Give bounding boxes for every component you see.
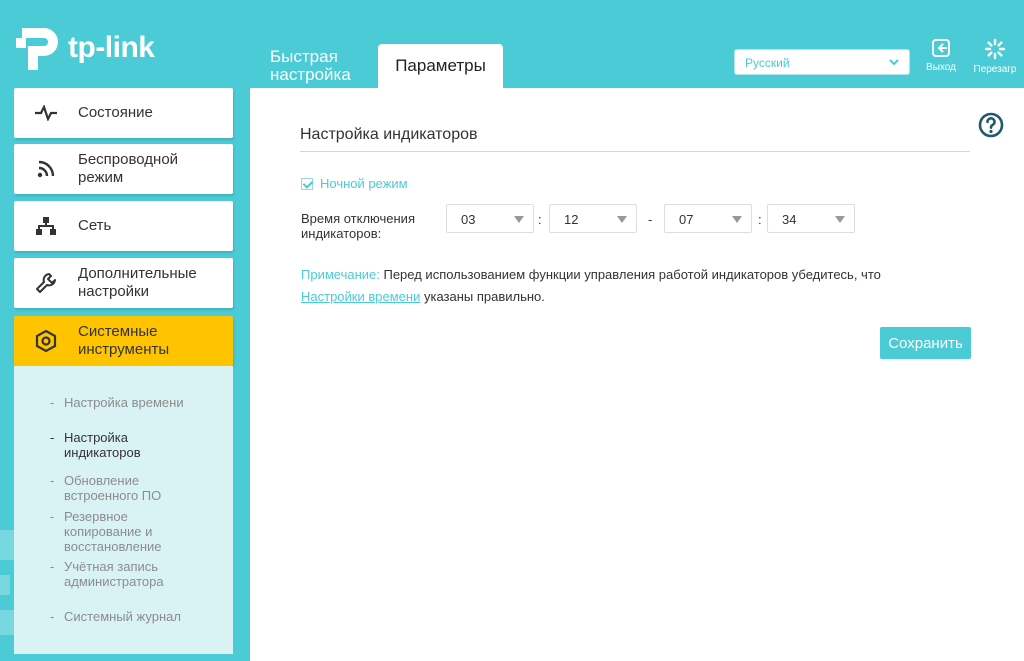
start-hour-value: 03 [461, 212, 476, 227]
reboot-label: Перезагр [973, 64, 1017, 75]
submenu-time-settings[interactable]: - Настройка времени [50, 395, 229, 410]
submenu-admin-account[interactable]: - Учётная запись администратора [50, 559, 229, 589]
submenu-system-log[interactable]: - Системный журнал [50, 609, 229, 624]
tab-quick-setup[interactable]: Быстрая настройка [270, 48, 360, 92]
end-hour-value: 07 [679, 212, 694, 227]
sidebar-item-label-1: Дополнительные [78, 265, 197, 282]
sidebar-item-label: Дополнительные настройки [78, 265, 197, 301]
start-minute-select[interactable]: 12 [549, 204, 637, 233]
logout-label: Выход [926, 62, 956, 73]
wrench-icon [14, 272, 78, 294]
sidebar-item-label: Беспроводной режим [78, 151, 178, 187]
night-mode-label: Ночной режим [320, 176, 408, 191]
decor-square [0, 575, 10, 595]
network-icon [14, 216, 78, 236]
led-off-time-label: Время отключения индикаторов: [301, 211, 441, 241]
submenu-label-1: Учётная запись [64, 559, 159, 574]
submenu-label-2: встроенного ПО [64, 488, 162, 503]
submenu-label-1: Настройка [64, 430, 128, 445]
time-settings-link[interactable]: Настройки времени [301, 289, 420, 304]
save-button[interactable]: Сохранить [880, 327, 971, 359]
night-mode-checkbox[interactable]: Ночной режим [301, 176, 408, 191]
tp-link-logo: tp-link [14, 22, 155, 74]
sidebar-item-status[interactable]: Состояние [14, 88, 233, 138]
sidebar-item-label-2: режим [78, 169, 124, 186]
tab-parameters[interactable]: Параметры [378, 44, 503, 88]
submenu-label-1: Обновление [64, 473, 140, 488]
decor-square [0, 530, 14, 560]
end-hour-select[interactable]: 07 [664, 204, 752, 233]
dropdown-arrow-icon [617, 216, 627, 223]
dropdown-arrow-icon [835, 216, 845, 223]
note-prefix: Примечание: [301, 267, 380, 282]
main-panel: Настройка индикаторов Ночной режим Время… [250, 88, 1024, 661]
sidebar-item-label-2: настройки [78, 283, 150, 300]
system-tools-submenu: - Настройка времени - Настройка индикаторо… [14, 366, 233, 654]
note-body-2: указаны правильно. [423, 289, 545, 304]
dropdown-arrow-icon [732, 216, 742, 223]
note-body-1: Перед использованием функции управления … [383, 267, 881, 282]
submenu-firmware-update[interactable]: - Обновление встроенного ПО [50, 473, 229, 503]
submenu-label-2: копирование и [64, 524, 153, 539]
sidebar-item-wireless[interactable]: Беспроводной режим [14, 144, 233, 194]
submenu-label-1: Резервное [64, 509, 128, 524]
sidebar-item-label-1: Системные [78, 323, 158, 340]
time-colon: : [538, 212, 542, 227]
submenu-label: Настройка времени [64, 395, 184, 410]
submenu-label-3: восстановление [64, 539, 162, 554]
decor-square [0, 610, 14, 635]
sidebar-item-system-tools[interactable]: Системные инструменты [14, 316, 233, 366]
sidebar-item-label: Состояние [78, 104, 153, 121]
sidebar: Состояние Беспроводной режим Сеть Дополн… [14, 88, 233, 654]
logo-text: tp-link [68, 31, 155, 64]
tab-quick-setup-label-1: Быстрая [270, 47, 338, 66]
sidebar-item-label-1: Беспроводной [78, 151, 179, 168]
title-divider [300, 151, 970, 152]
pulse-icon [14, 105, 78, 121]
tp-link-logo-icon [16, 28, 58, 70]
submenu-backup-restore[interactable]: - Резервное копирование и восстановление [50, 509, 229, 554]
submenu-label-2: администратора [64, 574, 164, 589]
language-selected: Русский [745, 56, 790, 70]
logout-button[interactable]: Выход [916, 38, 966, 73]
start-hour-select[interactable]: 03 [446, 204, 534, 233]
sidebar-item-label-2: инструменты [78, 341, 170, 358]
reboot-icon [984, 38, 1006, 60]
end-minute-select[interactable]: 34 [767, 204, 855, 233]
submenu-label-2: индикаторов [64, 445, 141, 460]
sidebar-item-label: Системные инструменты [78, 323, 169, 359]
submenu-label: Системный журнал [64, 609, 181, 624]
time-colon: : [758, 212, 762, 227]
sidebar-item-label: Сеть [78, 217, 112, 234]
time-range-dash: - [648, 212, 653, 227]
wifi-icon [14, 159, 78, 179]
help-icon[interactable] [978, 112, 1004, 138]
reboot-button[interactable]: Перезагр [970, 38, 1020, 75]
gear-icon [14, 330, 78, 352]
submenu-led-settings[interactable]: - Настройка индикаторов [50, 430, 229, 460]
page-title: Настройка индикаторов [300, 126, 478, 143]
sidebar-item-advanced[interactable]: Дополнительные настройки [14, 258, 233, 308]
led-off-time-label-2: индикаторов: [301, 226, 382, 241]
tab-parameters-label: Параметры [395, 56, 486, 75]
language-select[interactable]: Русский [734, 49, 910, 75]
dropdown-arrow-icon [514, 216, 524, 223]
led-off-time-label-1: Время отключения [301, 211, 415, 226]
checkbox-icon[interactable] [301, 177, 313, 190]
chevron-down-icon [889, 59, 899, 66]
tab-quick-setup-label-2: настройка [270, 65, 351, 84]
sidebar-item-network[interactable]: Сеть [14, 201, 233, 251]
logout-icon [932, 39, 950, 57]
note-text: Примечание: Перед использованием функции… [301, 264, 991, 308]
end-minute-value: 34 [782, 212, 797, 227]
start-minute-value: 12 [564, 212, 579, 227]
